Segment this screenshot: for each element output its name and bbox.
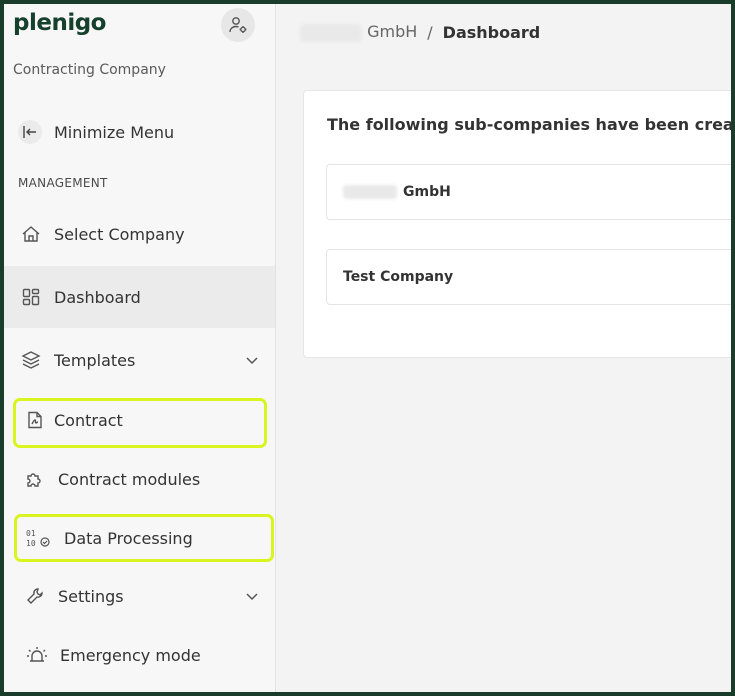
sidebar-item-dashboard[interactable]: Dashboard (4, 266, 275, 328)
layers-icon (20, 349, 42, 371)
sidebar-item-settings[interactable]: Settings (4, 576, 275, 616)
sidebar-item-label: Dashboard (54, 287, 141, 307)
sidebar-item-label: Contract modules (58, 469, 201, 489)
sidebar: plenigo Contracting Company Minimize Men… (4, 4, 276, 692)
redacted-text (343, 185, 397, 199)
sidebar-item-emergency-mode[interactable]: Emergency mode (4, 635, 275, 675)
company-type: Contracting Company (13, 62, 166, 78)
data-processing-highlight (14, 514, 274, 562)
logo: plenigo (13, 10, 106, 36)
sidebar-item-templates[interactable]: Templates (4, 340, 275, 380)
chevron-down-icon (245, 352, 259, 371)
sidebar-item-label: Templates (54, 350, 136, 370)
subcompanies-card: The following sub-companies have been cr… (303, 90, 731, 358)
breadcrumb-separator: / (427, 22, 433, 42)
home-icon (20, 223, 42, 245)
section-label-management: MANAGEMENT (18, 176, 108, 190)
sidebar-item-contract-modules[interactable]: Contract modules (4, 459, 275, 499)
card-title: The following sub-companies have been cr… (327, 115, 731, 134)
wrench-icon (24, 585, 46, 607)
subcompany-item[interactable]: GmbH (326, 164, 731, 220)
breadcrumb: GmbH / Dashboard (276, 4, 731, 60)
minimize-menu-label: Minimize Menu (54, 122, 175, 142)
user-settings-button[interactable] (221, 8, 255, 42)
chevron-down-icon (245, 588, 259, 607)
puzzle-icon (24, 468, 46, 490)
sidebar-item-label: Emergency mode (60, 645, 201, 665)
redacted-text (300, 23, 362, 42)
contract-highlight (13, 398, 267, 448)
collapse-arrow-icon (18, 120, 42, 144)
dashboard-icon (20, 286, 42, 308)
user-gear-icon (229, 17, 247, 33)
breadcrumb-current: Dashboard (442, 22, 541, 42)
sidebar-item-select-company[interactable]: Select Company (4, 214, 275, 254)
siren-icon (26, 644, 48, 666)
breadcrumb-company[interactable]: GmbH (300, 22, 417, 42)
subcompany-item[interactable]: Test Company (326, 249, 731, 305)
sidebar-item-label: Select Company (54, 224, 185, 244)
app-window: plenigo Contracting Company Minimize Men… (4, 4, 731, 692)
sidebar-item-label: Settings (58, 586, 124, 606)
minimize-menu-button[interactable]: Minimize Menu (4, 112, 275, 152)
